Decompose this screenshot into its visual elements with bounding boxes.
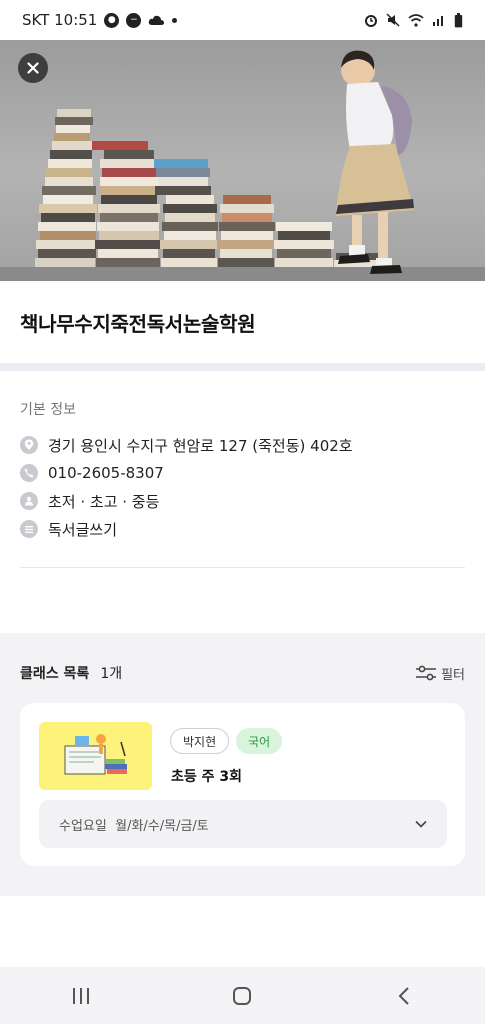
girl-figure xyxy=(336,50,414,274)
battery-icon xyxy=(454,12,463,28)
academy-title-area: 책나무수지죽전독서논술학원 xyxy=(0,281,485,363)
close-icon xyxy=(27,62,39,74)
info-row-target: 초저 · 초고 · 중등 xyxy=(20,487,465,515)
alarm-icon xyxy=(364,13,378,27)
class-chips: 박지현 국어 xyxy=(170,728,283,754)
list-icon xyxy=(20,520,38,538)
subject-text: 독서글쓰기 xyxy=(48,520,118,539)
recent-apps-icon xyxy=(71,987,91,1005)
info-row-phone[interactable]: 010-2605-8307 xyxy=(20,459,465,487)
class-count: 1개 xyxy=(100,666,123,682)
subject-chip: 국어 xyxy=(236,728,283,754)
system-nav-bar xyxy=(0,967,485,1024)
chevron-down-icon xyxy=(415,820,427,828)
minus-circle-icon: − xyxy=(126,12,142,28)
status-bar: SKT 10:51 ● − xyxy=(0,0,485,40)
filter-button[interactable]: 필터 xyxy=(415,664,465,683)
info-row-address: 경기 용인시 수지구 현암로 127 (죽전동) 402호 xyxy=(20,431,465,459)
filter-icon xyxy=(415,665,437,681)
back-icon xyxy=(398,986,410,1006)
info-divider xyxy=(20,567,465,568)
talk-icon: ● xyxy=(104,12,120,28)
class-name: 초등 주 3회 xyxy=(171,769,243,785)
back-button[interactable] xyxy=(374,976,434,1016)
hero-image xyxy=(0,40,485,281)
class-list-section: 클래스 목록 1개 필터 박지현 국어 초등 주 3회 수업요일 월/화/수/목… xyxy=(0,633,485,896)
academy-title: 책나무수지죽전독서논술학원 xyxy=(20,311,256,336)
class-card[interactable]: 박지현 국어 초등 주 3회 수업요일 월/화/수/목/금/토 xyxy=(20,703,465,866)
teacher-chip: 박지현 xyxy=(170,728,230,754)
section-divider xyxy=(0,363,485,371)
location-pin-icon xyxy=(20,436,38,454)
class-list-title-group: 클래스 목록 1개 xyxy=(20,663,122,683)
target-grades-text: 초저 · 초고 · 중등 xyxy=(48,492,160,511)
info-row-subject: 독서글쓰기 xyxy=(20,515,465,543)
class-list-title: 클래스 목록 xyxy=(20,666,90,682)
class-days-text: 수업요일 월/화/수/목/금/토 xyxy=(59,818,209,834)
carrier-time: SKT 10:51 xyxy=(22,11,98,29)
filter-label: 필터 xyxy=(441,667,465,683)
class-list-header: 클래스 목록 1개 필터 xyxy=(20,661,465,685)
home-button[interactable] xyxy=(212,976,272,1016)
phone-text[interactable]: 010-2605-8307 xyxy=(48,464,164,482)
dot-icon xyxy=(172,17,178,23)
signal-icon xyxy=(432,14,446,26)
phone-icon xyxy=(20,464,38,482)
close-button[interactable] xyxy=(18,53,48,83)
books-illustration-icon xyxy=(64,734,127,775)
person-icon xyxy=(20,492,38,510)
book-stacks xyxy=(35,109,380,267)
wifi-icon xyxy=(408,13,424,27)
class-thumbnail xyxy=(39,722,152,790)
mute-icon xyxy=(386,13,400,27)
basic-info-heading: 기본 정보 xyxy=(20,402,76,418)
recent-apps-button[interactable] xyxy=(51,976,111,1016)
status-right xyxy=(364,12,463,28)
address-text: 경기 용인시 수지구 현암로 127 (죽전동) 402호 xyxy=(48,436,353,455)
hero-illustration xyxy=(0,50,485,281)
home-icon xyxy=(232,986,252,1006)
status-left: SKT 10:51 ● − xyxy=(22,11,178,29)
class-days-dropdown[interactable]: 수업요일 월/화/수/목/금/토 xyxy=(39,800,447,848)
cloud-icon xyxy=(148,15,165,26)
basic-info-section: 기본 정보 경기 용인시 수지구 현암로 127 (죽전동) 402호 010-… xyxy=(0,371,485,633)
